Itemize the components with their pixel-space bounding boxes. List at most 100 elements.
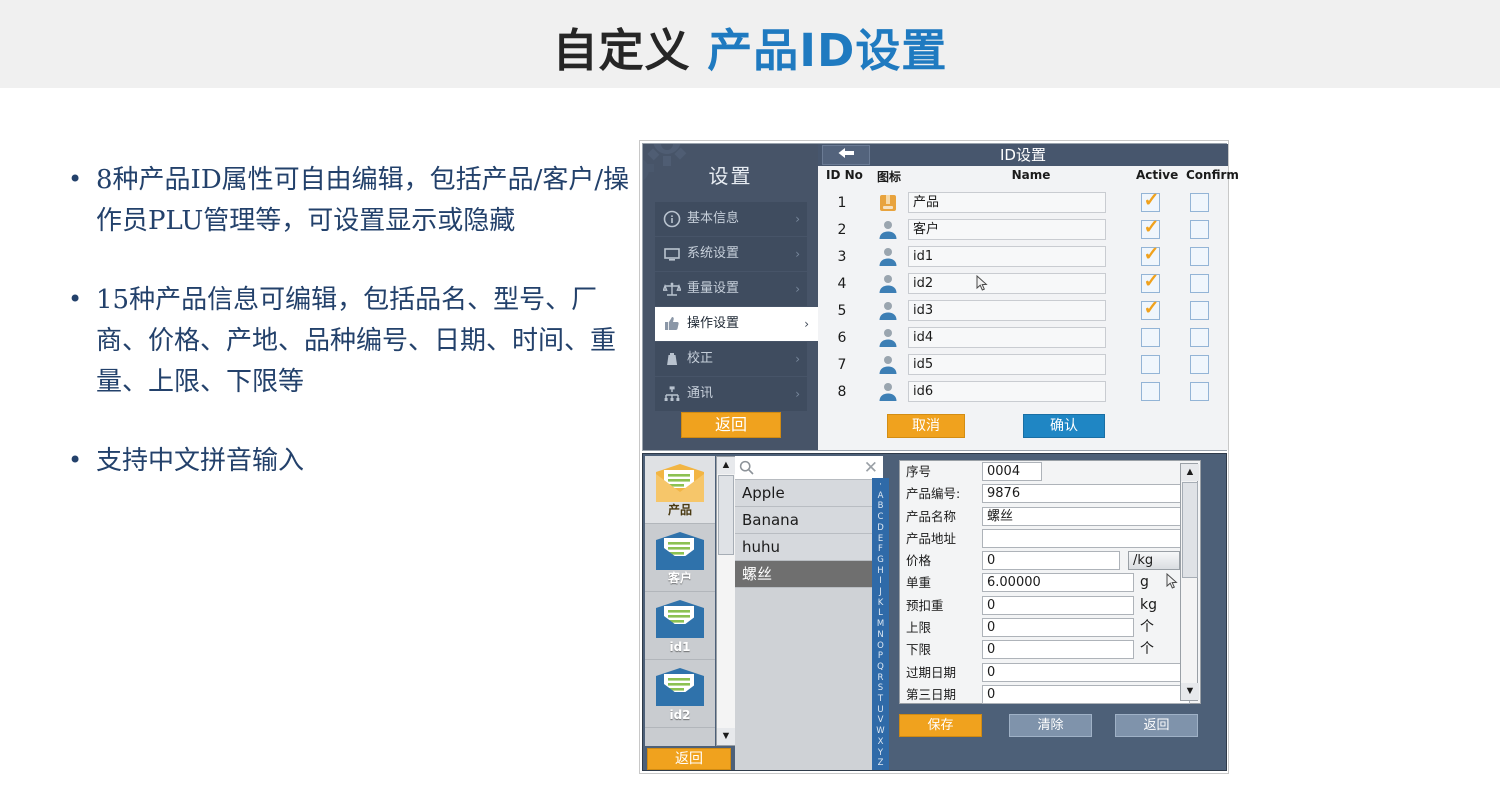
sidebar-item-system-settings[interactable]: 系统设置 › (655, 237, 807, 271)
back-button[interactable] (822, 145, 870, 165)
plu-tab-scrollbar[interactable]: ▲ ▼ (716, 456, 736, 746)
alpha-index-item[interactable]: X (878, 737, 884, 748)
field-input[interactable]: 6.00000 (982, 573, 1134, 593)
row-name-input[interactable]: id3 (908, 300, 1106, 321)
alpha-index-item[interactable]: · (879, 480, 882, 491)
alpha-index-item[interactable]: W (876, 726, 884, 737)
sidebar-item-calibration[interactable]: 校正 › (655, 342, 807, 376)
row-name-input[interactable]: id5 (908, 354, 1106, 375)
alpha-index-item[interactable]: I (879, 576, 882, 587)
row-confirm-checkbox[interactable] (1190, 382, 1209, 401)
field-input[interactable]: 0 (982, 640, 1134, 660)
row-active-checkbox[interactable]: ✓ (1141, 218, 1160, 239)
alpha-index-item[interactable]: E (878, 534, 883, 545)
plu-tab-id2[interactable]: id2 (645, 660, 715, 728)
row-confirm-checkbox[interactable] (1190, 355, 1209, 374)
search-input[interactable] (759, 459, 859, 477)
scroll-up-arrow-icon[interactable]: ▲ (1181, 464, 1199, 481)
list-item[interactable]: huhu (735, 534, 883, 561)
list-item[interactable]: Banana (735, 507, 883, 534)
alpha-index-item[interactable]: S (878, 683, 883, 694)
form-scrollbar[interactable]: ▲ ▼ (1180, 463, 1199, 701)
row-active-checkbox[interactable] (1141, 382, 1160, 401)
row-name-input[interactable]: id4 (908, 327, 1106, 348)
row-active-checkbox[interactable] (1141, 355, 1160, 374)
scroll-down-arrow-icon[interactable]: ▼ (717, 728, 735, 745)
alpha-index-item[interactable]: L (878, 608, 883, 619)
alpha-index-item[interactable]: N (877, 630, 883, 641)
column-header-name: Name (1011, 168, 1051, 182)
cancel-button[interactable]: 取消 (887, 414, 965, 438)
alpha-index-item[interactable]: K (878, 598, 884, 609)
row-name-input[interactable]: id6 (908, 381, 1106, 402)
list-item-selected[interactable]: 螺丝 (735, 561, 883, 588)
alpha-index-item[interactable]: F (878, 544, 883, 555)
row-name-input[interactable]: id2 (908, 273, 1106, 294)
row-name-input[interactable]: 客户 (908, 219, 1106, 240)
row-active-checkbox[interactable]: ✓ (1141, 191, 1160, 212)
clear-button[interactable]: 清除 (1009, 714, 1092, 737)
alpha-index-item[interactable]: O (877, 641, 884, 652)
alpha-index-item[interactable]: D (877, 523, 884, 534)
alpha-index-item[interactable]: A (878, 491, 884, 502)
field-input[interactable]: 0 (982, 684, 1190, 704)
id-settings-title: ID设置 (1000, 146, 1046, 164)
row-active-checkbox[interactable]: ✓ (1141, 299, 1160, 320)
field-input[interactable]: 0 (982, 551, 1120, 571)
sidebar-return-button[interactable]: 返回 (681, 412, 781, 438)
row-name-input[interactable]: id1 (908, 246, 1106, 267)
sidebar-item-basic-info[interactable]: 基本信息 › (655, 202, 807, 236)
alpha-index-item[interactable]: J (879, 587, 882, 598)
sidebar-item-communication[interactable]: 通讯 › (655, 377, 807, 411)
alpha-index-item[interactable]: Y (878, 748, 883, 759)
alpha-index-item[interactable]: M (877, 619, 884, 630)
field-input[interactable] (982, 528, 1190, 548)
scrollbar-thumb[interactable] (1182, 482, 1198, 578)
row-confirm-checkbox[interactable] (1190, 220, 1209, 239)
alpha-index-item[interactable]: P (878, 651, 883, 662)
field-label: 产品地址 (906, 530, 957, 546)
alpha-index-item[interactable]: Q (877, 662, 884, 673)
field-input[interactable]: 螺丝 (982, 506, 1190, 526)
row-active-checkbox[interactable]: ✓ (1141, 272, 1160, 293)
alpha-index-item[interactable]: H (877, 566, 883, 577)
sidebar-item-weight-settings[interactable]: 重量设置 › (655, 272, 807, 306)
plu-tab-product[interactable]: 产品 (645, 456, 715, 524)
row-confirm-checkbox[interactable] (1190, 301, 1209, 320)
field-input[interactable]: 0004 (982, 462, 1042, 481)
field-input[interactable]: 0 (982, 662, 1190, 682)
scroll-up-arrow-icon[interactable]: ▲ (717, 457, 735, 474)
row-confirm-checkbox[interactable] (1190, 274, 1209, 293)
save-button[interactable]: 保存 (899, 714, 982, 737)
field-input[interactable]: 0 (982, 595, 1134, 615)
alpha-index-item[interactable]: T (878, 694, 883, 705)
alpha-index-item[interactable]: R (878, 673, 884, 684)
plu-back-button[interactable]: 返回 (1115, 714, 1198, 737)
row-confirm-checkbox[interactable] (1190, 247, 1209, 266)
alpha-index-item[interactable]: Z (878, 758, 884, 769)
row-confirm-checkbox[interactable] (1190, 193, 1209, 212)
plu-tab-customer[interactable]: 客户 (645, 524, 715, 592)
row-active-checkbox[interactable]: ✓ (1141, 245, 1160, 266)
list-item[interactable]: Apple (735, 480, 883, 507)
alpha-index-item[interactable]: U (877, 705, 883, 716)
scroll-down-arrow-icon[interactable]: ▼ (1181, 683, 1199, 700)
alpha-index-item[interactable]: B (878, 501, 884, 512)
row-active-checkbox[interactable] (1141, 328, 1160, 347)
close-icon[interactable]: ✕ (864, 458, 878, 478)
plu-return-button[interactable]: 返回 (647, 748, 731, 770)
alpha-index-item[interactable]: G (877, 555, 884, 566)
alphabet-index-rail[interactable]: · A B C D E F G H I J K L M N O P Q R S … (872, 478, 889, 770)
alpha-index-item[interactable]: C (878, 512, 884, 523)
plu-list-panel: ✕ Apple Banana huhu 螺丝 (735, 456, 883, 770)
field-input[interactable]: 9876 (982, 484, 1190, 504)
network-icon (664, 386, 680, 401)
scrollbar-thumb[interactable] (718, 475, 734, 555)
sidebar-item-operation-settings[interactable]: 操作设置 › (655, 307, 818, 341)
field-input[interactable]: 0 (982, 618, 1134, 638)
row-name-input[interactable]: 产品 (908, 192, 1106, 213)
plu-tab-id1[interactable]: id1 (645, 592, 715, 660)
row-confirm-checkbox[interactable] (1190, 328, 1209, 347)
confirm-button[interactable]: 确认 (1023, 414, 1105, 438)
alpha-index-item[interactable]: V (878, 715, 884, 726)
